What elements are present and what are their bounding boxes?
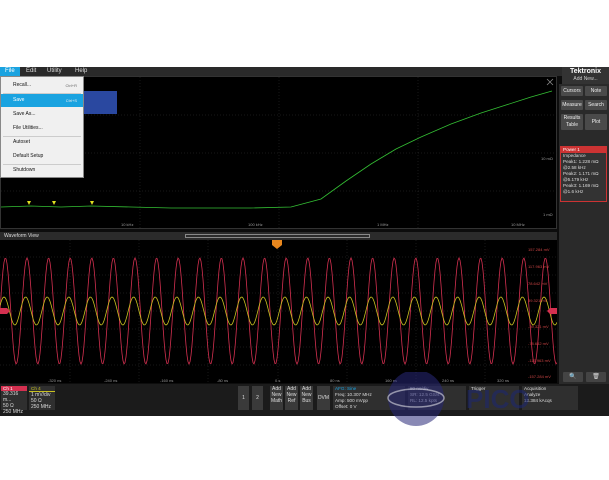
- menu-item-label: Default Setup: [13, 153, 44, 159]
- channel-3-button[interactable]: 2: [252, 386, 263, 410]
- waveform-view-header: Waveform View: [0, 232, 557, 240]
- add-ref-button[interactable]: Add New Ref: [285, 386, 298, 410]
- menu-item-label: Save As...: [13, 111, 36, 117]
- menu-item-label: File Utilities...: [13, 125, 43, 131]
- ch4-bandwidth: 250 MHz: [31, 404, 52, 410]
- time-label: -240 ns: [104, 378, 118, 383]
- menu-bar: File Edit Utility Help: [0, 67, 609, 76]
- menu-item-default-setup[interactable]: Default Setup: [1, 150, 83, 163]
- x-tick-label: 10 kHz: [121, 222, 134, 227]
- x-tick-label: 1 MHz: [377, 222, 389, 227]
- y-tick-label: 1 mΩ: [543, 212, 553, 217]
- time-label: 0 s: [275, 378, 281, 383]
- time-label: -160 ns: [160, 378, 174, 383]
- volt-label: 39.321 mV: [528, 298, 548, 303]
- preview-thumbnail: [84, 91, 117, 114]
- x-tick-label: 10 MHz: [511, 222, 525, 227]
- time-label: -320 ns: [48, 378, 62, 383]
- menu-item-label: Recall...: [13, 82, 32, 88]
- menu-item-autoset[interactable]: Autoset: [1, 136, 83, 149]
- watermark-logo: PICO: [387, 372, 530, 426]
- trigger-marker: [272, 240, 282, 249]
- dvm-button[interactable]: DVM: [317, 386, 330, 410]
- time-label: 80 ns: [330, 378, 340, 383]
- add-math-button[interactable]: Add New Math: [270, 386, 283, 410]
- horizontal-scrollbar[interactable]: [185, 234, 370, 238]
- menu-item-label: Shutdown: [13, 167, 36, 173]
- menu-item-save-as[interactable]: Save As...: [1, 108, 83, 121]
- ch1-badge[interactable]: Ch 1 39.316 m... 50 Ω 250 MHz: [1, 386, 27, 415]
- menu-help[interactable]: Help: [70, 67, 92, 76]
- plot-button[interactable]: Plot: [585, 114, 607, 130]
- menu-utility[interactable]: Utility: [42, 67, 67, 76]
- brand-name: Tektronix: [570, 68, 601, 75]
- waveform-view[interactable]: 157.284 mV 117.963 mV 78.642 mV 39.321 m…: [0, 240, 558, 383]
- volt-label: 117.963 mV: [528, 264, 550, 269]
- oscilloscope-app: File Edit Utility Help Tektronix Add New…: [0, 67, 609, 416]
- volt-label: -117.963 mV: [528, 358, 551, 363]
- menu-item-label: Autoset: [13, 139, 30, 145]
- note-button[interactable]: Note: [585, 86, 607, 96]
- measure-button[interactable]: Measure: [561, 100, 583, 110]
- close-icon: [546, 78, 554, 86]
- menu-item-shutdown[interactable]: Shutdown: [1, 164, 83, 177]
- volt-label: -78.642 mV: [528, 341, 549, 346]
- menu-item-recall[interactable]: Recall... Ctrl+R: [1, 79, 83, 92]
- menu-item-label: Save: [13, 97, 25, 103]
- results-table-button[interactable]: Results Table: [561, 114, 583, 130]
- ch4-trace: [0, 296, 558, 326]
- menu-item-file-utilities[interactable]: File Utilities...: [1, 122, 83, 135]
- svg-text:PICO: PICO: [466, 384, 530, 414]
- volt-label: 157.284 mV: [528, 247, 550, 252]
- menu-shortcut: Ctrl+S: [65, 98, 77, 103]
- menu-edit[interactable]: Edit: [21, 67, 41, 76]
- peak-line: @1.6 kHz: [563, 189, 584, 194]
- y-tick-label: 10 mΩ: [541, 156, 553, 161]
- file-menu-dropdown: Recall... Ctrl+R Save Ctrl+S Save As... …: [0, 76, 84, 178]
- waveform-view-title: Waveform View: [4, 233, 39, 239]
- ch4-badge[interactable]: Ch 4 1 mV/div 50 Ω 250 MHz: [29, 386, 55, 410]
- menu-item-save[interactable]: Save Ctrl+S: [1, 94, 83, 107]
- side-panel: Cursors Note Measure Search Results Tabl…: [559, 84, 609, 384]
- time-label: -80 ns: [217, 378, 229, 383]
- power-measurement-badge[interactable]: Power 1 Impedance Peak1: 1.228 mΩ @2.58 …: [560, 146, 607, 202]
- waveform-plot: [0, 240, 558, 383]
- menu-file[interactable]: File: [0, 67, 20, 76]
- add-bus-button[interactable]: Add New Bus: [300, 386, 313, 410]
- x-tick-label: 100 kHz: [248, 222, 263, 227]
- cursors-button[interactable]: Cursors: [561, 86, 583, 96]
- ch1-bandwidth: 250 MHz: [3, 409, 24, 415]
- peak-markers: [27, 201, 94, 205]
- volt-label: -39.321 mV: [528, 324, 549, 329]
- add-new-label: Add New...: [573, 76, 598, 82]
- ch1-scale: 39.316 m...: [3, 391, 19, 403]
- search-button[interactable]: Search: [585, 100, 607, 110]
- channel-2-button[interactable]: 1: [238, 386, 249, 410]
- volt-label: 78.642 mV: [528, 281, 548, 286]
- brand-logo[interactable]: Tektronix Add New...: [562, 67, 609, 84]
- menu-shortcut: Ctrl+R: [65, 83, 77, 88]
